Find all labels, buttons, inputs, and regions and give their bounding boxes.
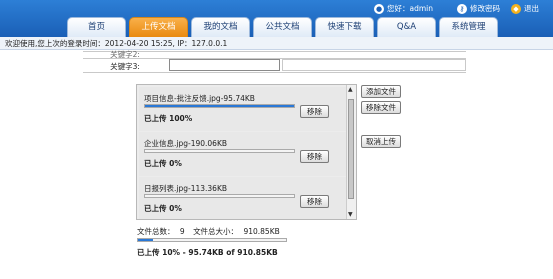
cancel-upload-button[interactable]: 取消上传: [361, 135, 401, 148]
queue-status: 已上传 0%: [144, 204, 182, 213]
keyword3-label: 关键字3:: [110, 62, 140, 71]
queue-file-name: 企业信息.jpg-190.06KB: [144, 139, 228, 148]
user-icon: ●: [374, 3, 384, 14]
user-info: ● 您好：admin: [374, 3, 433, 14]
total-size-label: 文件总大小：: [193, 227, 239, 236]
key-icon: ⚷: [457, 3, 467, 14]
overall-status: 已上传 10% - 95.74KB of 910.85KB: [137, 248, 278, 257]
queue-file-name: 项目信息-批注反馈.jpg-95.74KB: [144, 94, 255, 103]
add-files-button[interactable]: 添加文件: [361, 85, 401, 98]
remove-item-button[interactable]: 移除: [300, 150, 329, 163]
tab-public-documents[interactable]: 公共文档: [253, 17, 312, 37]
tab-quick-download[interactable]: 快速下载: [315, 17, 374, 37]
queue-status: 已上传 100%: [144, 114, 193, 123]
tab-my-documents[interactable]: 我的文档: [191, 17, 250, 37]
tab-upload[interactable]: 上传文档: [129, 17, 188, 37]
logout-link[interactable]: ◆ 退出: [511, 3, 539, 14]
remove-files-button[interactable]: 移除文件: [361, 101, 401, 114]
upload-totals: 文件总数： 9 文件总大小： 910.85KB: [137, 226, 280, 237]
queue-scrollbar[interactable]: ▲ ▼: [346, 85, 356, 219]
file-count-label: 文件总数：: [137, 227, 175, 236]
overall-progress-bar: [137, 238, 287, 242]
remove-item-button[interactable]: 移除: [300, 105, 329, 118]
file-count-value: 9: [179, 227, 185, 236]
queue-status: 已上传 0%: [144, 159, 182, 168]
tab-home[interactable]: 首页: [67, 17, 126, 37]
change-password-label: 修改密码: [470, 4, 500, 13]
overall-progress-fill: [138, 239, 153, 241]
scroll-thumb[interactable]: [348, 99, 354, 199]
logout-label: 退出: [524, 4, 539, 13]
scroll-up-icon[interactable]: ▲: [348, 86, 353, 93]
queue-file-name: 日报列表.jpg-113.36KB: [144, 184, 228, 193]
total-size-value: 910.85KB: [243, 227, 280, 236]
logout-icon: ◆: [511, 3, 521, 14]
queue-progress-bar: [144, 104, 295, 108]
remove-item-button[interactable]: 移除: [300, 195, 329, 208]
tab-qa[interactable]: Q&A: [377, 17, 436, 37]
queue-item: 企业信息.jpg-190.06KB 已上传 0% 移除: [139, 132, 347, 176]
upload-queue: 项目信息-批注反馈.jpg-95.74KB 已上传 100% 移除 企业信息.j…: [136, 84, 357, 220]
tab-system-admin[interactable]: 系统管理: [439, 17, 498, 37]
top-header: 首页 上传文档 我的文档 公共文档 快速下载 Q&A 系统管理 ● 您好：adm…: [0, 0, 553, 37]
scroll-down-icon[interactable]: ▼: [348, 211, 353, 218]
user-greeting: 您好：admin: [387, 4, 433, 13]
queue-progress-bar: [144, 194, 295, 198]
keyword3-input[interactable]: [169, 59, 280, 71]
queue-progress-fill: [145, 105, 294, 107]
queue-item: 项目信息-批注反馈.jpg-95.74KB 已上传 100% 移除: [139, 87, 347, 131]
keyword3-extra-field[interactable]: [282, 59, 466, 71]
queue-progress-bar: [144, 149, 295, 153]
queue-item: 日报列表.jpg-113.36KB 已上传 0% 移除: [139, 177, 347, 219]
change-password-link[interactable]: ⚷ 修改密码: [457, 3, 500, 14]
